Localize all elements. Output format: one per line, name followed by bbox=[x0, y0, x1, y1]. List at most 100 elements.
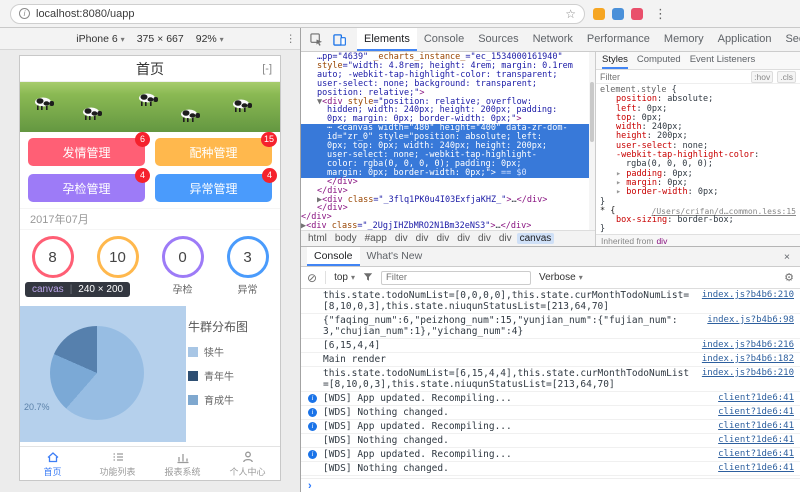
devtools-tab[interactable]: Sources bbox=[471, 28, 525, 51]
tooltip-tag-name: canvas bbox=[32, 284, 64, 295]
console-source-link[interactable]: index.js?b4b6:216 bbox=[702, 340, 794, 351]
console-source-link[interactable]: client?1de6:41 bbox=[718, 407, 794, 418]
scrollbar-thumb[interactable] bbox=[590, 82, 594, 142]
breadcrumb-item[interactable]: div bbox=[392, 233, 411, 244]
address-bar[interactable]: i localhost:8080/uapp ☆ bbox=[10, 3, 585, 24]
page-info-icon[interactable]: i bbox=[19, 8, 30, 19]
console-source-link[interactable]: client?1de6:41 bbox=[718, 393, 794, 404]
console-settings-gear-icon[interactable]: ⚙ bbox=[784, 271, 794, 284]
list-icon bbox=[113, 452, 123, 461]
toggle-hover-state[interactable]: :hov bbox=[751, 70, 774, 83]
tabbar-item-functions[interactable]: 功能列表 bbox=[85, 447, 150, 480]
devtools-tab[interactable]: Security bbox=[778, 28, 800, 51]
code-line[interactable]: } bbox=[600, 197, 796, 207]
extension-icon[interactable] bbox=[612, 7, 624, 20]
breadcrumb-item[interactable]: #app bbox=[362, 233, 390, 244]
code-line[interactable]: </div> bbox=[301, 204, 595, 213]
console-source-link[interactable]: index.js?b4b6:210 bbox=[702, 368, 794, 379]
code-line[interactable]: ▸ border-width: 0px; bbox=[600, 188, 796, 197]
breadcrumb-item[interactable]: div bbox=[496, 233, 515, 244]
console-source-link[interactable]: client?1de6:41 bbox=[718, 435, 794, 446]
log-level-select[interactable]: Verbose ▾ bbox=[539, 272, 583, 283]
console-source-link[interactable]: client?1de6:41 bbox=[718, 449, 794, 460]
app-menu-button[interactable]: 配种管理 15 bbox=[155, 132, 277, 166]
breadcrumb-item[interactable]: html bbox=[305, 233, 330, 244]
browser-menu-icon[interactable]: ⋮ bbox=[651, 6, 670, 22]
extension-icon[interactable] bbox=[631, 7, 643, 20]
inherited-from-bar: Inherited from div bbox=[596, 234, 800, 246]
filter-icon[interactable] bbox=[363, 272, 373, 284]
context-value: top bbox=[334, 272, 348, 283]
console-source-link[interactable]: index.js?b4b6:210 bbox=[702, 290, 794, 301]
code-line[interactable]: } bbox=[600, 225, 796, 234]
toggle-class-editor[interactable]: .cls bbox=[777, 70, 796, 83]
devtools-tab[interactable]: Application bbox=[711, 28, 779, 51]
breadcrumb-item[interactable]: canvas bbox=[516, 233, 555, 244]
console-source-link[interactable]: client?1de6:41 bbox=[718, 463, 794, 474]
code-token: box-sizing bbox=[616, 215, 668, 226]
clear-console-icon[interactable]: ⊘ bbox=[307, 272, 317, 284]
code-token: } bbox=[600, 224, 606, 234]
breadcrumb-item[interactable]: div bbox=[433, 233, 452, 244]
breadcrumb-item[interactable]: body bbox=[332, 233, 360, 244]
code-line[interactable]: ▶<div class="_2UgjIHZbMRO2N1Bm32eNS3">…<… bbox=[301, 222, 595, 230]
elements-panel: …pp="4639" _echarts_instance_="ec_153400… bbox=[301, 52, 800, 246]
styles-tab[interactable]: Computed bbox=[637, 52, 681, 69]
viewport-dimensions[interactable]: 375 × 667 bbox=[137, 33, 184, 45]
tabbar-item-reports[interactable]: 报表系统 bbox=[150, 447, 215, 480]
scrollbar[interactable] bbox=[589, 52, 595, 230]
collapse-button[interactable]: [-] bbox=[262, 63, 272, 75]
console-tab[interactable]: What's New bbox=[360, 247, 430, 266]
app-menu-button[interactable]: 异常管理 4 bbox=[155, 168, 277, 202]
stat-ring: 0 bbox=[161, 236, 204, 278]
css-rules: element.style {position: absolute; left: … bbox=[596, 84, 800, 234]
styles-tab[interactable]: Event Listeners bbox=[690, 52, 755, 69]
extension-icon[interactable] bbox=[593, 7, 605, 20]
device-toolbar-toggle-icon[interactable] bbox=[328, 33, 351, 46]
app-button-label: 孕检管理 bbox=[62, 181, 111, 196]
code-token: <div bbox=[306, 221, 332, 230]
execution-context-select[interactable]: top ▾ bbox=[334, 272, 355, 283]
viewport-width[interactable]: 375 bbox=[137, 33, 155, 45]
app-button-grid: 发情管理 6 配种管理 15 孕检管理 4 异常管理 4 bbox=[20, 132, 280, 208]
devtools-tab[interactable]: Performance bbox=[580, 28, 657, 51]
app-menu-button[interactable]: 孕检管理 4 bbox=[28, 168, 150, 202]
zoom-select[interactable]: 92% ▾ bbox=[196, 33, 224, 45]
url-text[interactable]: localhost:8080/uapp bbox=[36, 8, 559, 20]
devtools-tab[interactable]: Memory bbox=[657, 28, 711, 51]
inspect-element-icon[interactable] bbox=[305, 33, 328, 46]
code-line[interactable]: box-sizing: border-box; bbox=[600, 216, 796, 225]
inherited-label: Inherited from bbox=[601, 235, 654, 246]
inspect-highlight-overlay bbox=[20, 306, 186, 442]
herd-distribution-section: 20.7% 牛群分布图 犊牛 青年牛 bbox=[20, 306, 280, 446]
device-toolbar-menu-icon[interactable]: ⋮ bbox=[286, 33, 297, 45]
console-tab[interactable]: Console bbox=[307, 247, 360, 266]
console-log-row: i index.js?b4b6:98 {"faqing_num":6,"peiz… bbox=[301, 314, 800, 339]
inherited-node-link[interactable]: div bbox=[656, 236, 667, 246]
breadcrumb-item[interactable]: div bbox=[413, 233, 432, 244]
app-tabbar: 首页 功能列表 报表系统 个人中心 bbox=[20, 446, 280, 480]
styles-filter-input[interactable] bbox=[600, 71, 748, 82]
devtools-tab[interactable]: Elements bbox=[357, 28, 417, 51]
divider bbox=[325, 271, 327, 284]
console-source-link[interactable]: client?1de6:41 bbox=[718, 421, 794, 432]
bookmark-star-icon[interactable]: ☆ bbox=[565, 7, 576, 21]
console-filter-input[interactable] bbox=[380, 270, 531, 285]
tabbar-item-profile[interactable]: 个人中心 bbox=[215, 447, 280, 480]
breadcrumb-item[interactable]: div bbox=[475, 233, 494, 244]
breadcrumb-item[interactable]: div bbox=[454, 233, 473, 244]
console-prompt[interactable]: › bbox=[301, 478, 800, 492]
app-menu-button[interactable]: 发情管理 6 bbox=[28, 132, 150, 166]
app-viewport: 首页 [-] 发情管理 6 配种管理 15 孕检管理 4 异常管理 4 2017… bbox=[20, 56, 280, 480]
viewport-height[interactable]: 667 bbox=[166, 33, 184, 45]
console-source-link[interactable]: index.js?b4b6:98 bbox=[707, 315, 794, 326]
devtools-tab[interactable]: Console bbox=[417, 28, 471, 51]
console-source-link[interactable]: index.js?b4b6:182 bbox=[702, 354, 794, 365]
devtools-tab[interactable]: Network bbox=[526, 28, 580, 51]
tabbar-item-home[interactable]: 首页 bbox=[20, 447, 85, 480]
device-toolbar: iPhone 6 ▾ 375 × 667 92% ▾ ⋮ bbox=[0, 28, 300, 50]
console-log-text: [WDS] Nothing changed. bbox=[323, 463, 449, 474]
styles-tab[interactable]: Styles bbox=[602, 52, 628, 69]
drawer-close-icon[interactable]: × bbox=[780, 251, 794, 263]
device-select[interactable]: iPhone 6 ▾ bbox=[76, 33, 124, 45]
